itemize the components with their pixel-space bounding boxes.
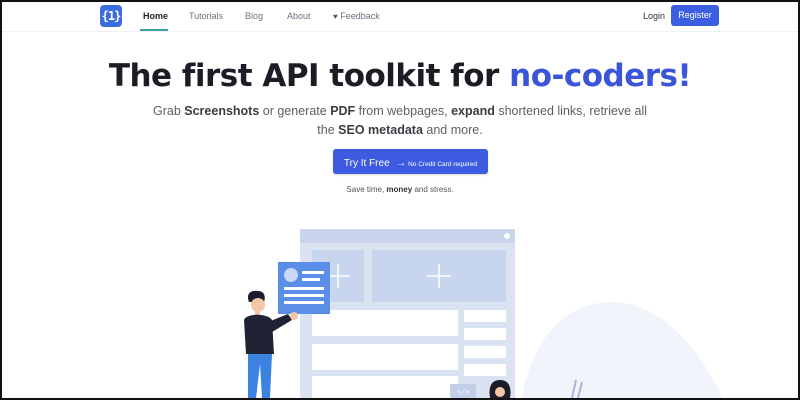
profile-card-illustration: [278, 262, 330, 314]
code-tag-icon: </>: [457, 388, 470, 396]
page-frame: {1} Home Tutorials Blog About ♥ Feedback…: [0, 0, 800, 400]
small-person-illustration: [489, 380, 511, 398]
background-blob: [522, 302, 722, 398]
hero-illustration: </>: [244, 229, 722, 398]
browser-window-illustration: </>: [300, 229, 515, 398]
